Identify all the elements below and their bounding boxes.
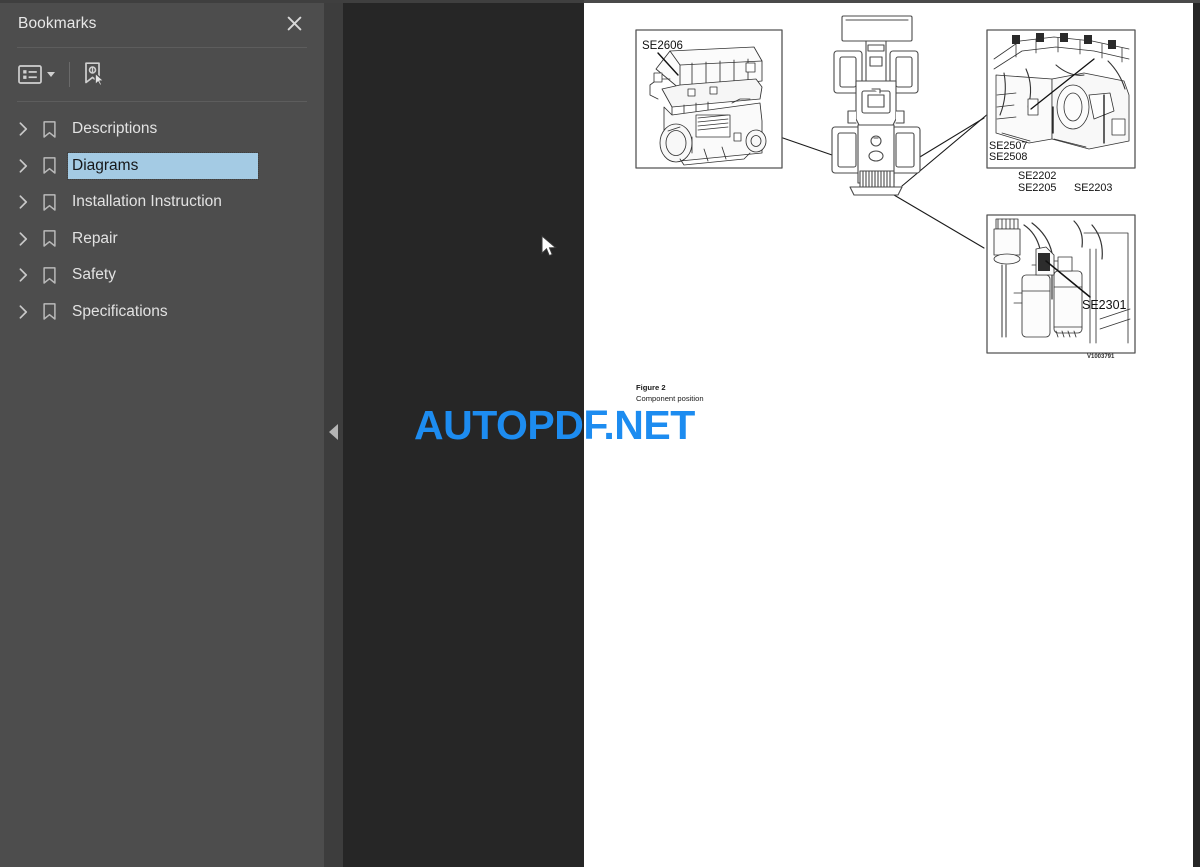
expand-toggle[interactable] <box>10 232 36 246</box>
triangle-left-icon[interactable] <box>329 424 338 440</box>
bookmark-item-installation-instruction[interactable]: Installation Instruction <box>0 184 324 221</box>
bookmark-icon <box>36 157 62 174</box>
bookmarks-panel: Bookmarks Descriptions Diagrams Installa… <box>0 0 324 867</box>
bookmark-item-safety[interactable]: Safety <box>0 257 324 294</box>
callout-se2606: SE2606 <box>642 40 683 52</box>
bookmark-item-repair[interactable]: Repair <box>0 221 324 258</box>
callout-se2203: SE2203 <box>1074 182 1112 194</box>
image-reference-code: V1003791 <box>1087 354 1115 360</box>
bookmarks-panel-header: Bookmarks <box>0 0 324 47</box>
bookmarks-toolbar <box>0 48 324 101</box>
callout-se2301: SE2301 <box>1082 298 1127 312</box>
figure-number: Figure 2 <box>636 383 666 392</box>
new-bookmark-icon <box>85 62 105 87</box>
toolbar-separator <box>69 62 70 87</box>
document-viewer[interactable]: SE2606 SE2507 SE2508 SE2202 SE2205 SE220… <box>343 0 1200 867</box>
bookmark-icon <box>36 193 62 211</box>
bookmark-icon <box>36 266 62 284</box>
close-icon <box>287 16 301 30</box>
panel-splitter[interactable] <box>324 0 343 867</box>
pdf-viewer-window: Bookmarks Descriptions Diagrams Installa… <box>0 0 1200 867</box>
component-position-diagram: SE2606 SE2507 SE2508 SE2202 SE2205 SE220… <box>635 15 1136 360</box>
callout-se2202: SE2202 <box>1018 170 1056 182</box>
callout-se2205: SE2205 <box>1018 182 1056 194</box>
expand-toggle[interactable] <box>10 268 36 282</box>
new-bookmark-button[interactable] <box>82 60 106 90</box>
list-options-icon <box>18 65 42 84</box>
close-panel-button[interactable] <box>281 10 307 36</box>
chevron-right-icon <box>19 232 27 246</box>
callout-se2508: SE2508 <box>989 151 1027 163</box>
bookmark-tree: Descriptions Diagrams Installation Instr… <box>0 102 324 330</box>
bookmark-item-label: Safety <box>72 266 116 283</box>
chevron-right-icon <box>19 195 27 209</box>
bookmarks-panel-title: Bookmarks <box>18 14 97 32</box>
bookmark-icon <box>36 303 62 320</box>
bookmark-icon <box>36 230 62 247</box>
chevron-right-icon <box>19 305 27 319</box>
chevron-right-icon <box>19 122 27 136</box>
watermark: AUTOPDF.NET <box>414 402 695 448</box>
expand-toggle[interactable] <box>10 122 36 136</box>
bookmark-item-label: Installation Instruction <box>72 193 222 210</box>
chevron-right-icon <box>19 268 27 282</box>
expand-toggle[interactable] <box>10 305 36 319</box>
bookmark-item-label: Descriptions <box>72 120 158 137</box>
window-top-edge-left <box>0 0 584 3</box>
bookmark-icon <box>36 120 62 138</box>
chevron-down-icon <box>47 72 55 77</box>
bookmark-item-label: Repair <box>72 229 118 247</box>
expand-toggle[interactable] <box>10 159 36 173</box>
bookmark-options-button[interactable] <box>18 60 59 90</box>
expand-toggle[interactable] <box>10 195 36 209</box>
chevron-right-icon <box>19 159 27 173</box>
arrow-cursor <box>541 235 557 257</box>
bookmark-item-diagrams[interactable]: Diagrams <box>0 148 324 185</box>
bookmark-item-descriptions[interactable]: Descriptions <box>0 111 324 148</box>
bookmark-item-specifications[interactable]: Specifications <box>0 294 324 331</box>
bookmark-item-label: Specifications <box>72 302 168 320</box>
bookmark-item-label: Diagrams <box>67 151 259 180</box>
